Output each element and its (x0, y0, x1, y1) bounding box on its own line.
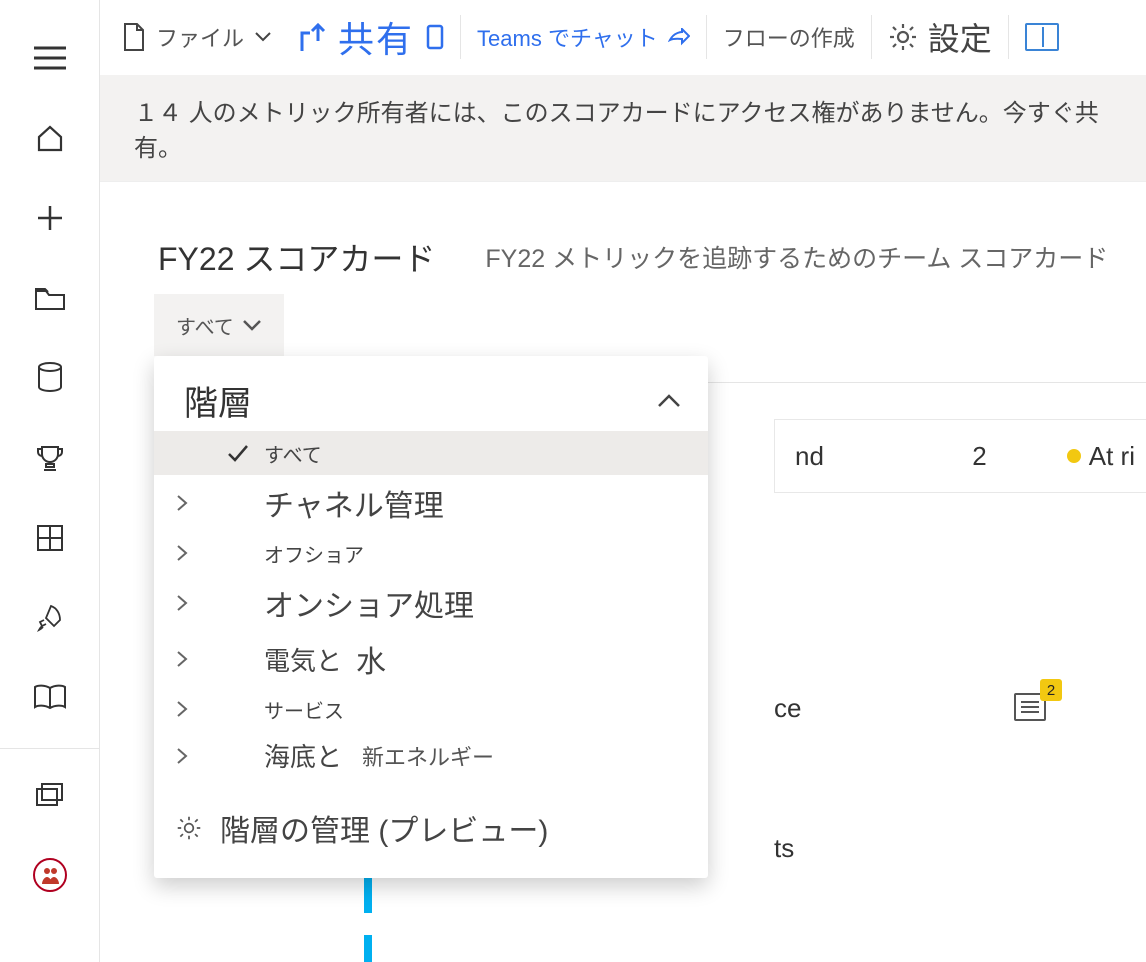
folder-icon[interactable] (26, 274, 74, 322)
dropdown-item-all[interactable]: すべて (154, 431, 708, 475)
main-area: ファイル 共有 Teams でチャット フローの作成 設定 (100, 0, 1146, 962)
gear-icon (176, 815, 202, 841)
gear-icon (888, 22, 918, 52)
filter-button-label: すべて (176, 311, 234, 340)
share-button[interactable]: 共有 (288, 11, 454, 63)
manage-hierarchy-button[interactable]: 階層の管理 (プレビュー) (154, 780, 708, 854)
chevron-right-icon (176, 494, 188, 512)
settings-label: 設定 (928, 14, 992, 60)
file-menu[interactable]: ファイル (112, 21, 282, 53)
scorecard-title: FY22 スコアカード (158, 234, 435, 280)
dropdown-item-label: オフショア (264, 539, 364, 568)
status-dot-icon (1067, 449, 1081, 463)
chevron-right-icon (176, 700, 188, 718)
status-text-partial: At ri (1089, 441, 1135, 472)
share-warning-banner[interactable]: １４ 人のメトリック所有者には、このスコアカードにアクセス権がありません。今すぐ… (100, 75, 1146, 182)
dropdown-item[interactable]: オフショア (154, 531, 708, 575)
tree-accent-bars (364, 877, 372, 962)
dropdown-item-label: サービス (264, 695, 344, 724)
dropdown-item-label: すべて (264, 439, 322, 468)
dropdown-title: 階層 (184, 376, 252, 425)
chevron-down-icon (242, 319, 262, 331)
flow-label: フローの作成 (723, 21, 855, 53)
notes-count: 2 (1040, 679, 1062, 701)
text-partial-ce: ce (774, 693, 801, 724)
share-label: 共有 (338, 11, 414, 63)
plus-icon[interactable] (26, 194, 74, 242)
reading-view-button[interactable] (1015, 23, 1069, 51)
teams-chat-button[interactable]: Teams でチャット (467, 21, 700, 53)
dropdown-item[interactable]: チャネル管理 (154, 475, 708, 531)
dropdown-item-label2: 新エネルギー (362, 740, 494, 772)
hamburger-icon[interactable] (26, 34, 74, 82)
reading-view-icon (1025, 23, 1059, 51)
dropdown-item-label: 海底と (264, 737, 342, 774)
banner-text: １４ 人のメトリック所有者には、このスコアカードにアクセス権がありません。今すぐ… (134, 100, 1099, 162)
home-icon[interactable] (26, 114, 74, 162)
file-icon (122, 22, 146, 52)
teams-chat-label: Teams でチャット (477, 21, 658, 53)
dropdown-item-label: チャネル管理 (264, 481, 444, 525)
hierarchy-dropdown: 階層 すべて チャネル管理 (154, 356, 708, 878)
rocket-icon[interactable] (26, 594, 74, 642)
settings-button[interactable]: 設定 (878, 14, 1002, 60)
dropdown-list: すべて チャネル管理 オフショア (154, 431, 708, 780)
flow-button[interactable]: フローの作成 (713, 21, 865, 53)
left-nav-rail (0, 0, 100, 962)
metric-value: 2 (972, 441, 986, 472)
dropdown-item-label2: 水 (356, 637, 386, 681)
cards-icon[interactable] (26, 771, 74, 819)
hierarchy-filter-button[interactable]: すべて (154, 294, 284, 356)
chevron-right-icon (176, 747, 188, 765)
trophy-icon[interactable] (26, 434, 74, 482)
file-label: ファイル (156, 21, 244, 53)
chevron-right-icon (176, 594, 188, 612)
chevron-down-icon (254, 31, 272, 43)
share-icon (298, 21, 326, 53)
chevron-right-icon (176, 650, 188, 668)
text-partial-ts: ts (774, 833, 794, 864)
dropdown-item[interactable]: 海底と 新エネルギー (154, 731, 708, 780)
check-icon (226, 443, 250, 463)
dropdown-item[interactable]: 電気と 水 (154, 631, 708, 687)
share-teams-icon (426, 24, 444, 50)
dropdown-item[interactable]: サービス (154, 687, 708, 731)
people-icon[interactable] (26, 851, 74, 899)
notes-button[interactable]: 2 (1014, 693, 1046, 726)
book-icon[interactable] (26, 674, 74, 722)
chevron-right-icon (176, 544, 188, 562)
dropdown-item-label: 電気と (264, 641, 342, 678)
grid-icon[interactable] (26, 514, 74, 562)
metric-text-partial: nd (795, 441, 824, 472)
manage-hierarchy-label: 階層の管理 (プレビュー) (220, 806, 548, 850)
scorecard-description: FY22 メトリックを追跡するためのチーム スコアカード (485, 239, 1108, 275)
metric-row[interactable]: nd 2 At ri (774, 419, 1146, 493)
dropdown-item-label: オンショア処理 (264, 581, 474, 625)
dropdown-item[interactable]: オンショア処理 (154, 575, 708, 631)
share-arrow-icon (668, 28, 690, 46)
chevron-up-icon[interactable] (656, 393, 682, 409)
database-icon[interactable] (26, 354, 74, 402)
toolbar: ファイル 共有 Teams でチャット フローの作成 設定 (100, 0, 1146, 75)
scorecard-header: FY22 スコアカード FY22 メトリックを追跡するためのチーム スコアカード (100, 182, 1146, 294)
